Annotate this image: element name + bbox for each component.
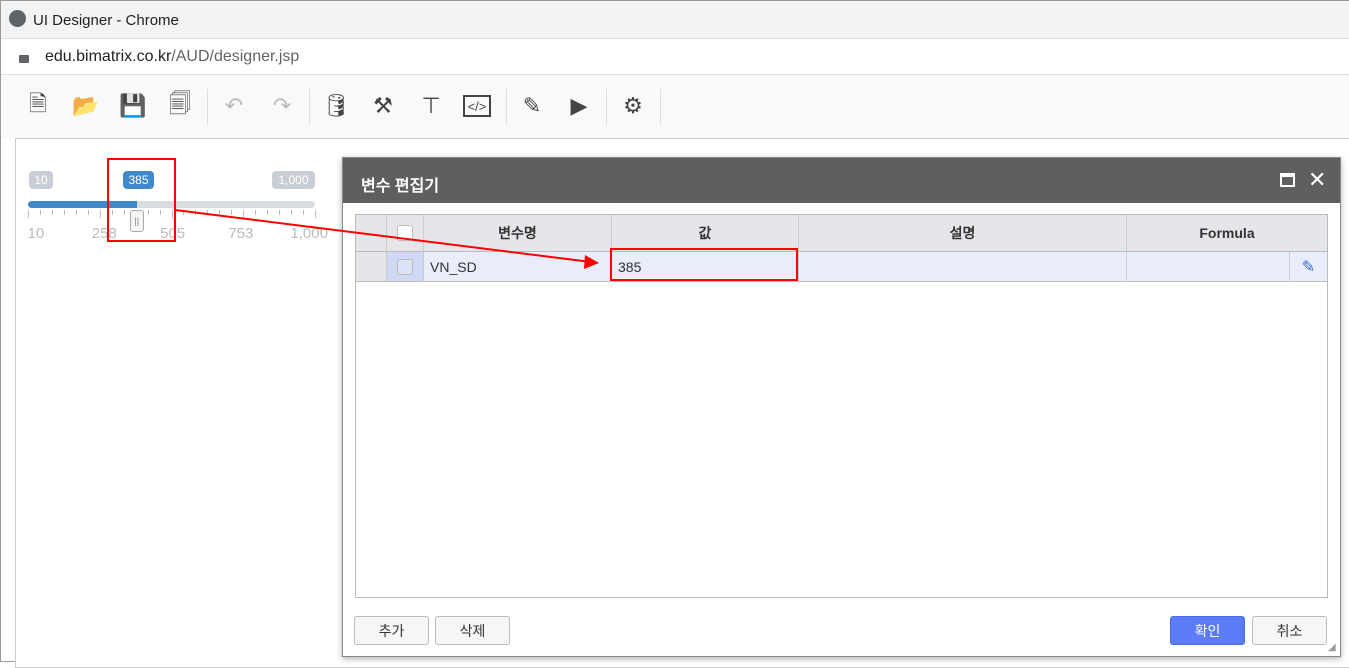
annotation-arrow [174, 209, 599, 269]
